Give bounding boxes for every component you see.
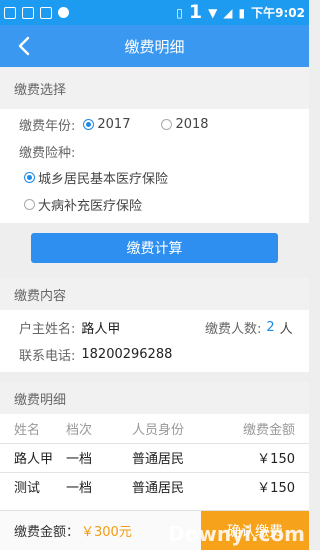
- cell-amount: ￥150: [224, 471, 309, 501]
- column-header-identity: 人员身份: [132, 422, 185, 438]
- status-time: 下午9:02: [251, 6, 305, 20]
- status-bar: ▯ 1 ▼ ◢ ▮ 下午9:02: [0, 0, 309, 25]
- year-option-label: 2018: [175, 116, 209, 132]
- insurance-option-basic[interactable]: 城乡居民基本医疗保险: [24, 168, 169, 187]
- year-row: 缴费年份: 2017 2018: [19, 115, 209, 134]
- cell-tier: 一档: [66, 442, 132, 472]
- wifi-icon: ▼: [208, 5, 218, 20]
- android-icon: [58, 7, 69, 18]
- status-icons-right: ▯ 1 ▼ ◢ ▮ 下午9:02: [176, 3, 305, 22]
- signal-icon: ◢: [223, 5, 233, 20]
- table-header-row: 姓名 档次 人员身份 缴费金额: [0, 414, 309, 443]
- image-icon: [4, 6, 16, 19]
- amount-label: 缴费金额：: [14, 525, 80, 540]
- column-header-name: 姓名: [14, 422, 41, 438]
- bottom-bar: 缴费金额： ￥300元 确认缴费 Downyi.com: [0, 510, 309, 550]
- column-header-tier: 档次: [66, 422, 93, 438]
- count-unit: 人: [279, 321, 293, 337]
- column-header-amount: 缴费金额: [242, 422, 295, 438]
- cell-amount: ￥150: [224, 442, 309, 472]
- calculate-button[interactable]: 缴费计算: [31, 233, 278, 263]
- back-button[interactable]: [12, 34, 36, 58]
- title-bar: 缴费明细: [0, 25, 309, 67]
- status-icons-left: [4, 6, 69, 19]
- phone-label: 联系电话:: [19, 348, 76, 364]
- year-option-label: 2017: [97, 116, 131, 132]
- phone-row: 联系电话: 18200296288: [19, 345, 173, 364]
- status-number: 1: [188, 1, 203, 23]
- radio-unselected-icon: [24, 198, 35, 210]
- cell-identity: 普通居民: [132, 471, 224, 501]
- year-option-2018[interactable]: 2018: [161, 116, 209, 132]
- table-row: 路人甲 一档 普通居民 ￥150: [0, 442, 309, 472]
- section-header-content: 缴费内容: [0, 278, 309, 310]
- owner-label: 户主姓名:: [19, 321, 76, 337]
- count-label: 缴费人数:: [205, 321, 262, 337]
- confirm-pay-label: 确认缴费: [227, 524, 283, 540]
- section-header-selection: 缴费选择: [0, 67, 309, 109]
- insurance-option-label: 城乡居民基本医疗保险: [38, 171, 169, 187]
- insurance-label: 缴费险种:: [19, 145, 76, 161]
- owner-row: 户主姓名: 路人甲: [19, 318, 121, 337]
- page-title: 缴费明细: [124, 37, 185, 56]
- radio-selected-icon: [24, 171, 35, 183]
- section-title: 缴费选择: [14, 82, 67, 98]
- section-header-detail: 缴费明细: [0, 382, 309, 414]
- cell-identity: 普通居民: [132, 442, 224, 472]
- detail-table: 姓名 档次 人员身份 缴费金额 路人甲 一档 普通居民 ￥150 测试 一档 普…: [0, 414, 309, 501]
- radio-unselected-icon: [161, 118, 173, 130]
- section-title: 缴费内容: [14, 288, 67, 304]
- table-row: 测试 一档 普通居民 ￥150: [0, 471, 309, 501]
- amount-value: ￥300元: [81, 525, 132, 540]
- owner-value: 路人甲: [81, 321, 121, 337]
- year-option-2017[interactable]: 2017: [83, 117, 130, 132]
- phone-value: 18200296288: [81, 346, 173, 362]
- cell-tier: 一档: [66, 471, 132, 501]
- section-title: 缴费明细: [14, 392, 67, 408]
- count-row: 缴费人数: 2 人: [205, 318, 293, 337]
- chevron-left-icon: [18, 36, 30, 56]
- year-label: 缴费年份:: [19, 118, 76, 134]
- cell-name: 路人甲: [0, 442, 66, 472]
- gallery-icon: [22, 6, 34, 19]
- count-value: 2: [266, 319, 275, 335]
- insurance-option-critical[interactable]: 大病补充医疗保险: [24, 195, 143, 214]
- insurance-option-label: 大病补充医疗保险: [38, 198, 143, 214]
- radio-selected-icon: [83, 118, 95, 130]
- confirm-pay-button[interactable]: 确认缴费: [201, 511, 309, 550]
- app-icon: [40, 6, 52, 19]
- insurance-label-row: 缴费险种:: [19, 142, 76, 161]
- battery-icon: ▮: [238, 5, 246, 20]
- vibrate-icon: ▯: [176, 5, 183, 20]
- cell-name: 测试: [0, 471, 66, 501]
